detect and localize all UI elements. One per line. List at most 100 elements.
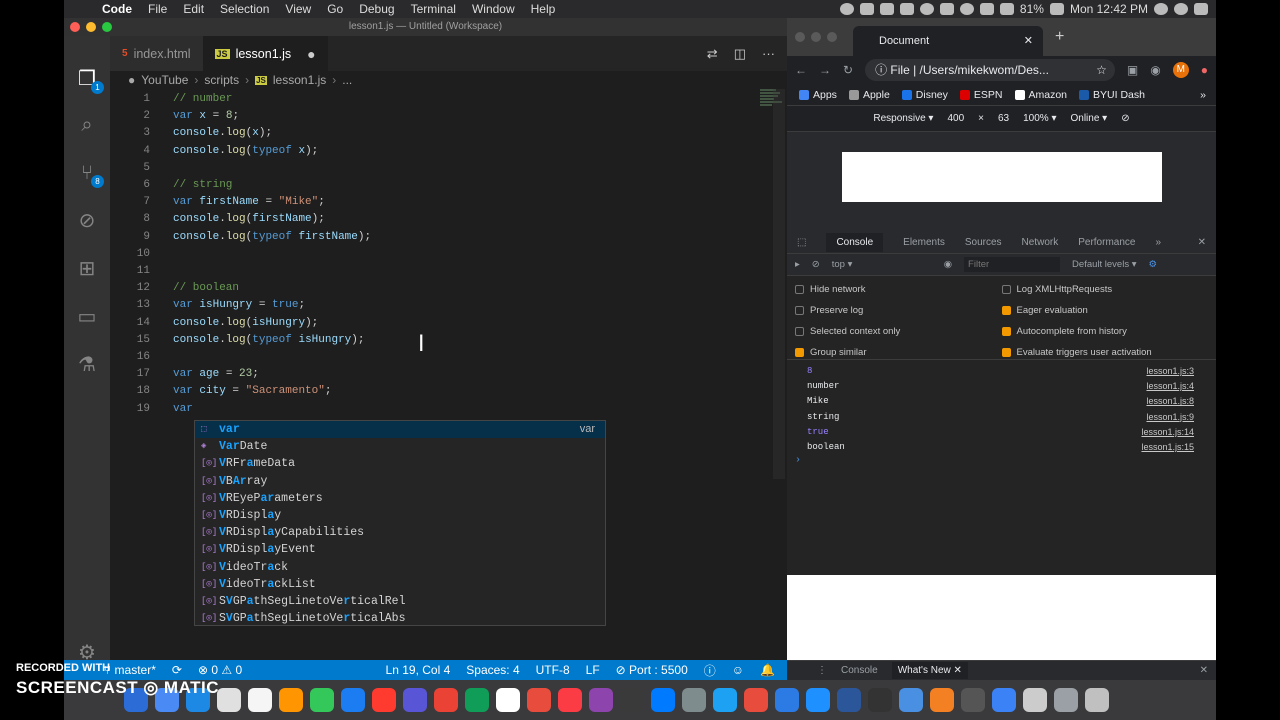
- drawer-tab-whats-new[interactable]: What's New ✕: [891, 662, 968, 679]
- search-icon[interactable]: ⌕: [74, 112, 100, 138]
- airplay-icon[interactable]: [939, 3, 954, 15]
- source-control-icon[interactable]: ⑂ 8: [74, 160, 104, 188]
- console-source-link[interactable]: lesson1.js:3: [1146, 364, 1194, 379]
- code-line[interactable]: 6 // string: [110, 177, 710, 194]
- code-text[interactable]: var x = 8;: [173, 108, 239, 125]
- devtools-tab-network[interactable]: Network: [1022, 237, 1059, 248]
- address-bar[interactable]: ⓘ File | /Users/mikekwom/Des... ☆: [865, 59, 1115, 81]
- dock-app-icon[interactable]: [620, 688, 644, 712]
- end-of-line[interactable]: LF: [586, 663, 600, 677]
- record-icon[interactable]: [839, 3, 854, 15]
- dock-app-icon[interactable]: [558, 688, 582, 712]
- code-line[interactable]: 5: [110, 160, 710, 177]
- code-text[interactable]: console.log(isHungry);: [173, 315, 318, 332]
- dock-app-icon[interactable]: [310, 688, 334, 712]
- dock-app-icon[interactable]: [868, 688, 892, 712]
- close-window-button[interactable]: [70, 22, 80, 32]
- menu-debug[interactable]: Debug: [351, 2, 402, 16]
- code-text[interactable]: console.log(firstName);: [173, 211, 325, 228]
- rendered-page[interactable]: [842, 152, 1162, 202]
- suggestion-item[interactable]: [◎] VBArray: [195, 473, 605, 490]
- dock-app-icon[interactable]: [806, 688, 830, 712]
- bookmark-apps[interactable]: Apps: [799, 89, 837, 101]
- encoding[interactable]: UTF-8: [536, 663, 570, 677]
- code-text[interactable]: var city = "Sacramento";: [173, 383, 331, 400]
- code-text[interactable]: var: [173, 401, 193, 418]
- context-select[interactable]: top ▾: [832, 259, 932, 270]
- new-tab-icon[interactable]: +: [1055, 28, 1064, 46]
- checkbox[interactable]: [1001, 306, 1011, 315]
- sidebar-toggle-icon[interactable]: ▸: [795, 259, 800, 270]
- code-line[interactable]: 2 var x = 8;: [110, 108, 710, 125]
- live-server-port[interactable]: ⊘ Port : 5500: [616, 663, 688, 677]
- code-line[interactable]: 19 var: [110, 401, 710, 418]
- devtools-close-icon[interactable]: ✕: [1198, 237, 1216, 248]
- bookmark-apple[interactable]: Apple: [848, 89, 890, 101]
- bluetooth-icon[interactable]: [979, 3, 994, 15]
- bookmark-star-icon[interactable]: ☆: [1096, 59, 1115, 81]
- drawer-close-icon[interactable]: ✕: [1200, 665, 1216, 676]
- rotate-icon[interactable]: ⊘: [1121, 113, 1129, 124]
- dock-app-icon[interactable]: [248, 688, 272, 712]
- setting-option[interactable]: Eager evaluation: [1001, 301, 1209, 320]
- code-line[interactable]: 3 console.log(x);: [110, 125, 710, 142]
- zoom-window-button[interactable]: [102, 22, 112, 32]
- console-source-link[interactable]: lesson1.js:9: [1146, 410, 1194, 425]
- open-changes-icon[interactable]: ⇄: [707, 46, 718, 62]
- code-line[interactable]: 4 console.log(typeof x);: [110, 143, 710, 160]
- battery-icon[interactable]: [1049, 3, 1064, 15]
- breadcrumb-item[interactable]: lesson1.js: [273, 73, 326, 87]
- code-text[interactable]: var isHungry = true;: [173, 297, 305, 314]
- console-filter-input[interactable]: Filter: [964, 257, 1061, 272]
- dock-app-icon[interactable]: [651, 688, 675, 712]
- screencast-icon[interactable]: [859, 3, 874, 15]
- notifications-bell-icon[interactable]: 🔔: [760, 663, 775, 677]
- devtools-tab-sources[interactable]: Sources: [965, 237, 1002, 248]
- dock-app-icon[interactable]: [744, 688, 768, 712]
- code-text[interactable]: var age = 23;: [173, 366, 259, 383]
- console-source-link[interactable]: lesson1.js:8: [1146, 394, 1194, 409]
- menu-help[interactable]: Help: [523, 2, 564, 16]
- checkbox[interactable]: [795, 327, 804, 336]
- close-window-button[interactable]: [795, 32, 805, 42]
- dock-app-icon[interactable]: [527, 688, 551, 712]
- back-icon[interactable]: ←: [795, 63, 807, 77]
- chrome-menu-icon[interactable]: ●: [1201, 63, 1208, 77]
- code-text[interactable]: var firstName = "Mike";: [173, 194, 325, 211]
- console-source-link[interactable]: lesson1.js:4: [1146, 379, 1194, 394]
- suggestion-item[interactable]: [◎] VRDisplayCapabilities: [195, 524, 605, 541]
- code-line[interactable]: 12 // boolean: [110, 280, 710, 297]
- suggestion-item[interactable]: [◎] VREyeParameters: [195, 490, 605, 507]
- notification-center-icon[interactable]: [1194, 3, 1208, 15]
- suggestion-item[interactable]: [◎] VRDisplayEvent: [195, 541, 605, 558]
- siri-icon[interactable]: [1174, 3, 1188, 15]
- checkbox[interactable]: [795, 348, 804, 357]
- remote-icon[interactable]: ▭: [74, 304, 100, 330]
- checkbox[interactable]: [1001, 327, 1011, 336]
- suggestion-item[interactable]: ⬚ var var: [195, 421, 605, 439]
- dock-app-icon[interactable]: [496, 688, 520, 712]
- console-source-link[interactable]: lesson1.js:14: [1141, 425, 1194, 440]
- dock-app-icon[interactable]: [279, 688, 303, 712]
- code-line[interactable]: 18 var city = "Sacramento";: [110, 383, 710, 400]
- checkbox[interactable]: [1001, 348, 1011, 357]
- tab-index-html[interactable]: 5 index.html: [110, 36, 203, 71]
- code-text[interactable]: // string: [173, 177, 232, 194]
- bookmark-espn[interactable]: ESPN: [959, 89, 1003, 101]
- zoom-select[interactable]: 100% ▾: [1023, 113, 1056, 124]
- code-text[interactable]: // boolean: [173, 280, 239, 297]
- viewport-width[interactable]: 400: [947, 113, 964, 124]
- breadcrumb-item[interactable]: scripts: [204, 73, 239, 87]
- more-tabs-icon[interactable]: »: [1155, 237, 1161, 248]
- battery-percent[interactable]: 81%: [1020, 2, 1044, 16]
- menu-selection[interactable]: Selection: [212, 2, 277, 16]
- dock-app-icon[interactable]: [775, 688, 799, 712]
- video-icon[interactable]: [879, 3, 894, 15]
- dock-app-icon[interactable]: [465, 688, 489, 712]
- setting-option[interactable]: Preserve log: [795, 301, 1002, 320]
- clear-console-icon[interactable]: ⊘: [812, 259, 820, 270]
- suggestion-item[interactable]: [◎] VRFrameData: [195, 455, 605, 472]
- extension-icon[interactable]: ▣: [1127, 63, 1138, 77]
- dock-app-icon[interactable]: [992, 688, 1016, 712]
- dock-app-icon[interactable]: [217, 688, 241, 712]
